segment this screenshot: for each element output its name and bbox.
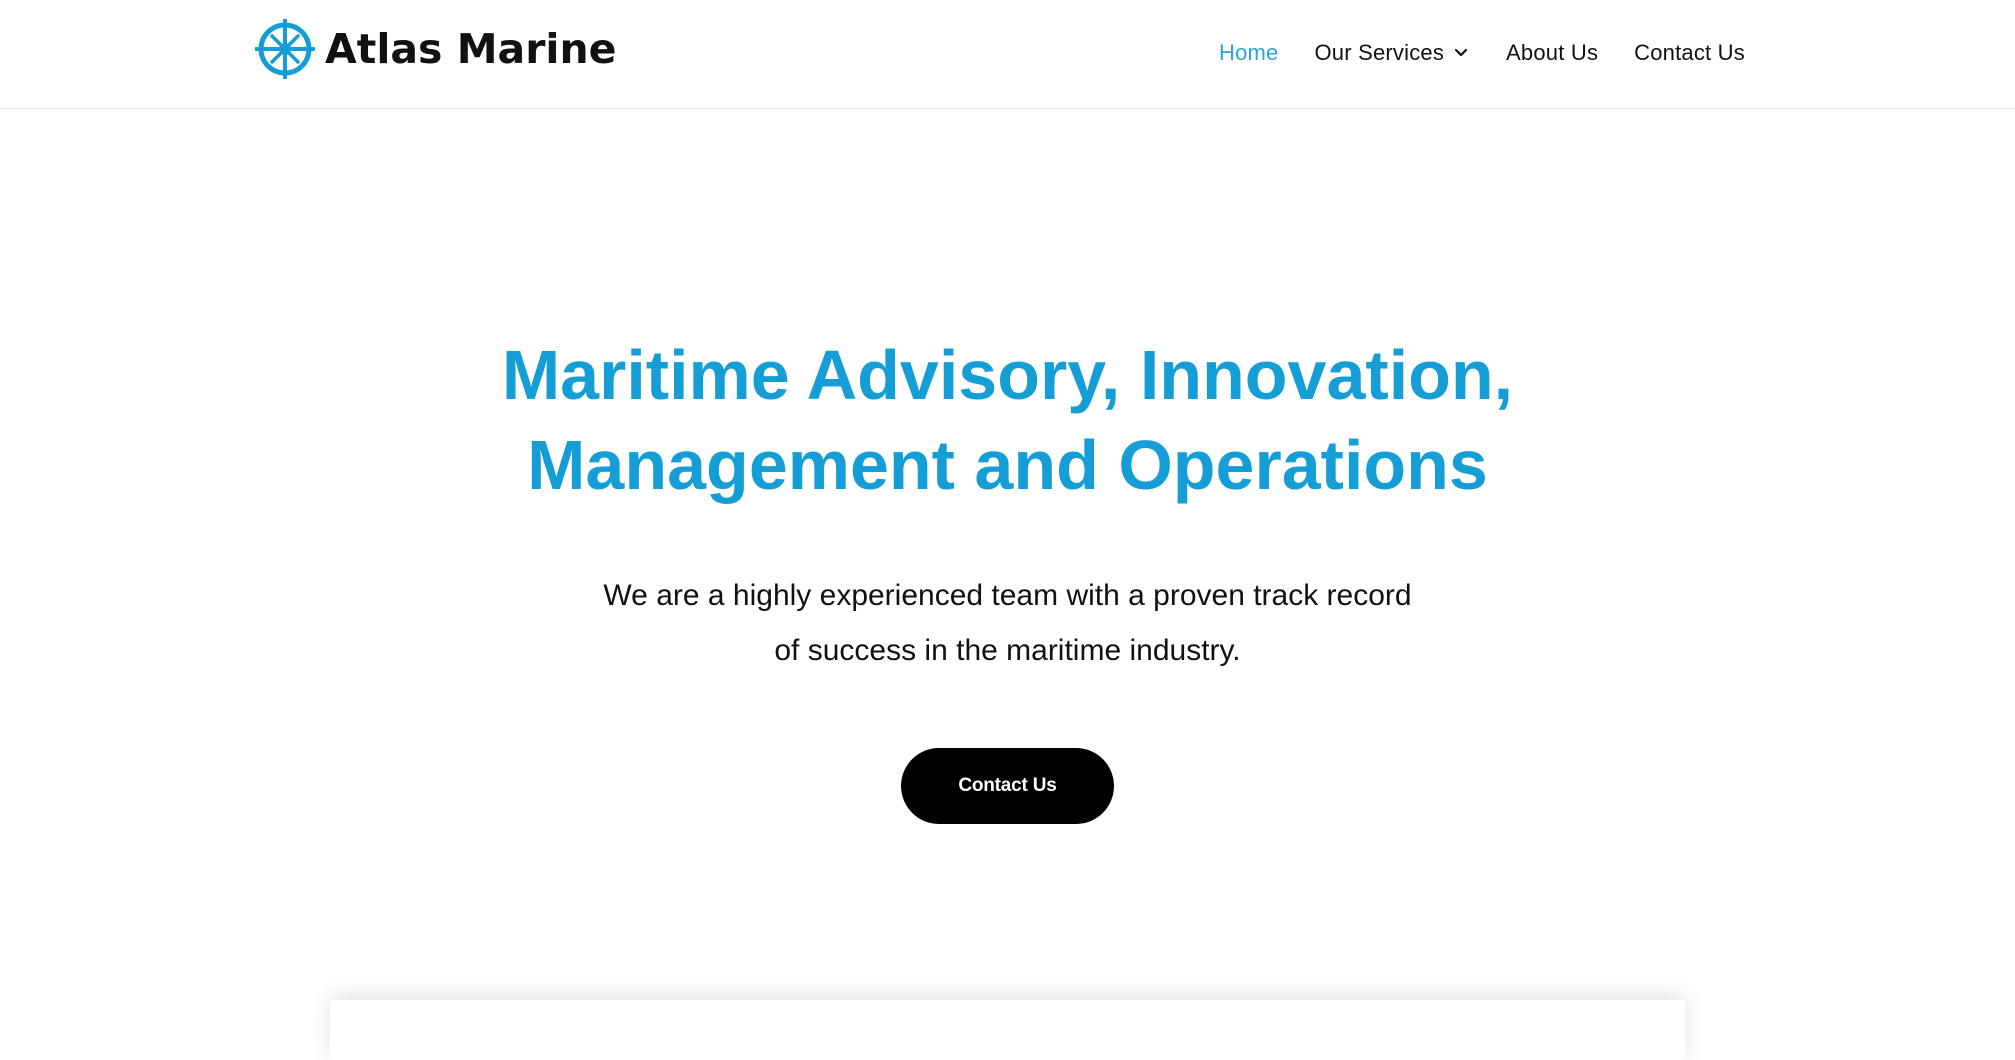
nav-item-our-services[interactable]: Our Services: [1315, 38, 1469, 68]
site-header: Atlas Marine Home Our Services About Us …: [0, 0, 2015, 109]
hero-title-line-2: Management and Operations: [527, 426, 1488, 504]
hero-subtitle-line-2: of success in the maritime industry.: [774, 634, 1241, 667]
compass-icon: [255, 19, 315, 79]
hero-subtitle-line-1: We are a highly experienced team with a …: [603, 579, 1412, 612]
nav-item-home[interactable]: Home: [1219, 38, 1279, 68]
hero-title-line-1: Maritime Advisory, Innovation,: [501, 336, 1514, 414]
nav-item-about-us[interactable]: About Us: [1506, 38, 1598, 68]
brand-name: Atlas Marine: [325, 24, 617, 73]
hero-title: Maritime Advisory, Innovation, Managemen…: [458, 330, 1558, 510]
content-card-edge: [330, 1000, 1685, 1060]
hero-section: Maritime Advisory, Innovation, Managemen…: [0, 330, 2015, 824]
main-nav: Home Our Services About Us Contact Us: [1219, 38, 1745, 68]
nav-item-contact-us[interactable]: Contact Us: [1634, 38, 1745, 68]
chevron-down-icon: [1454, 48, 1468, 57]
contact-us-button[interactable]: Contact Us: [901, 748, 1114, 824]
nav-item-our-services-label: Our Services: [1314, 40, 1445, 65]
logo-link[interactable]: Atlas Marine: [255, 19, 616, 79]
hero-subtitle: We are a highly experienced team with a …: [573, 568, 1443, 678]
